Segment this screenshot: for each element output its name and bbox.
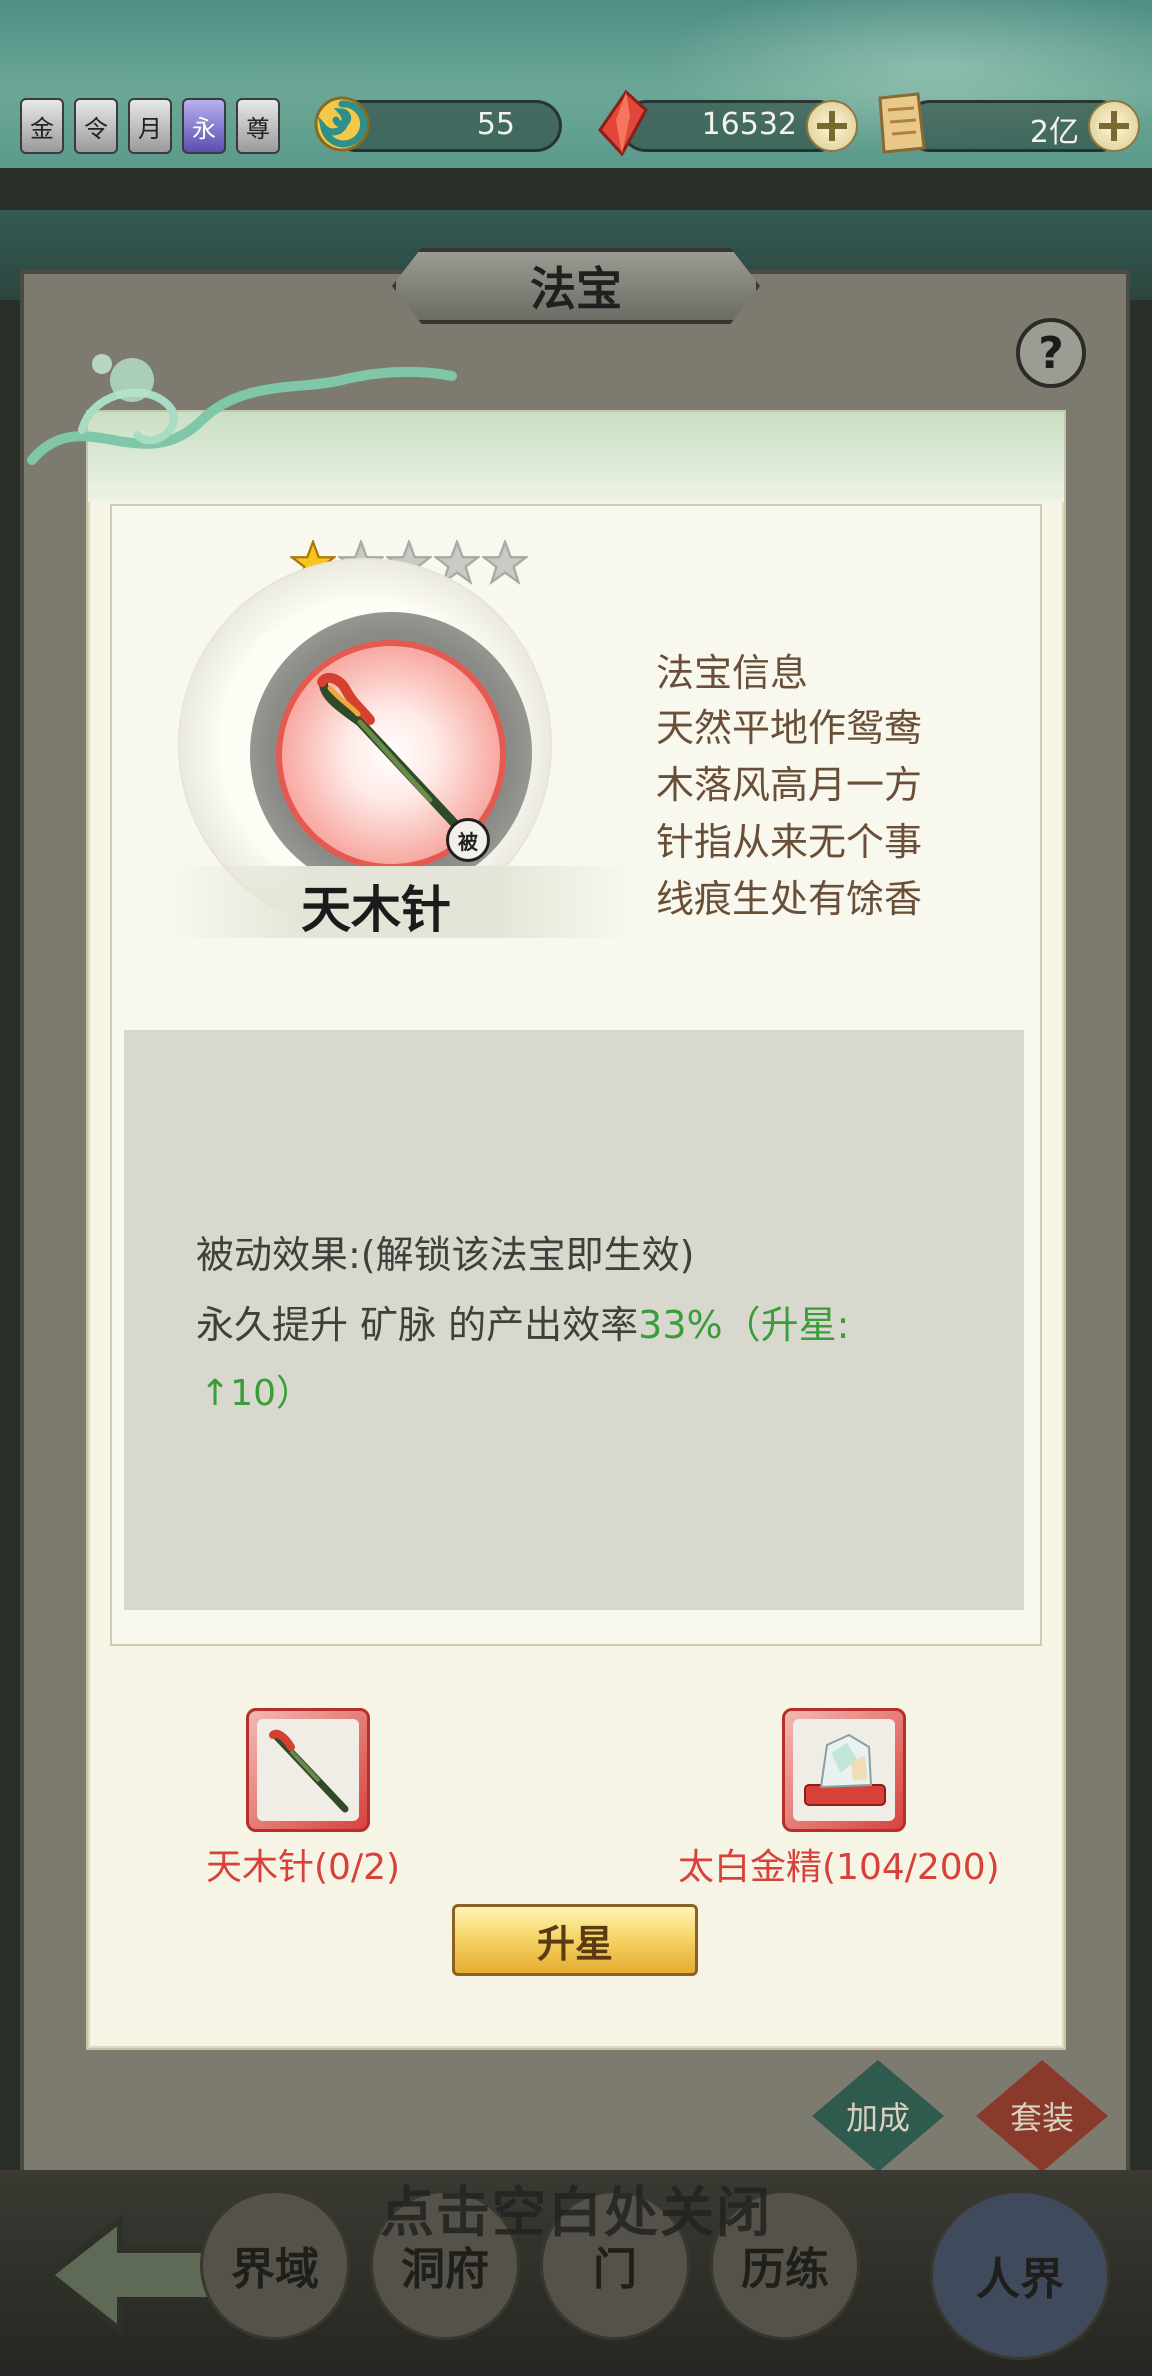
badge-zun[interactable]: 尊	[236, 98, 280, 154]
poem-line: 天然平地作鸳鸯	[656, 706, 923, 750]
material-label-ore: 太白金精(104/200)	[678, 1847, 1000, 1888]
poem-line: 针指从来无个事	[656, 820, 923, 864]
vip-badges: 金 令 月 永 尊	[20, 98, 280, 154]
effect-value: 33%	[638, 1303, 723, 1347]
resource-crystal-value: 16532	[701, 107, 797, 142]
artifact-info-title: 法宝信息	[656, 651, 809, 695]
cloud-wave-decoration	[27, 354, 457, 465]
material-slot-needle[interactable]	[246, 1708, 370, 1832]
poem-line: 木落风高月一方	[656, 763, 923, 807]
scroll-icon	[878, 92, 926, 154]
poem-line: 线痕生处有馀香	[656, 877, 923, 921]
close-hint[interactable]: 点击空白处关闭	[0, 2168, 1152, 2247]
add-scroll-button[interactable]	[1088, 100, 1140, 152]
effect-text: 永久提升 矿脉 的产出效率	[196, 1303, 639, 1347]
passive-effect-description: 永久提升 矿脉 的产出效率33%（升星:	[196, 1294, 849, 1349]
upstar-button[interactable]: 升星	[452, 1904, 698, 1976]
red-crystal-icon	[598, 90, 648, 156]
effect-upstar-increment: ↑10）	[200, 1373, 312, 1414]
crystal-ore-icon	[804, 1733, 886, 1806]
artifact-name: 天木针	[301, 880, 451, 939]
badge-yong[interactable]: 永	[182, 98, 226, 154]
help-button[interactable]: ?	[1016, 318, 1086, 388]
badge-yue[interactable]: 月	[128, 98, 172, 154]
resource-scroll-value: 2亿	[1029, 115, 1079, 150]
badge-ling[interactable]: 令	[74, 98, 118, 154]
star-empty-icon	[482, 540, 528, 586]
passive-badge: 被	[446, 818, 490, 862]
needle-icon	[269, 1729, 349, 1813]
add-crystal-button[interactable]	[806, 100, 858, 152]
material-label-needle: 天木针(0/2)	[206, 1847, 401, 1888]
page-title: 法宝	[392, 248, 760, 324]
jade-swirl-icon	[314, 96, 370, 152]
resource-jade-value: 55	[476, 107, 515, 142]
badge-jin[interactable]: 金	[20, 98, 64, 154]
artifact-poem: 天然平地作鸳鸯 木落风高月一方 针指从来无个事 线痕生处有馀香	[656, 700, 1016, 928]
material-slot-ore[interactable]	[782, 1708, 906, 1832]
effect-upstar-label: （升星:	[722, 1303, 850, 1347]
passive-effect-title: 被动效果:(解锁该法宝即生效)	[196, 1233, 695, 1277]
